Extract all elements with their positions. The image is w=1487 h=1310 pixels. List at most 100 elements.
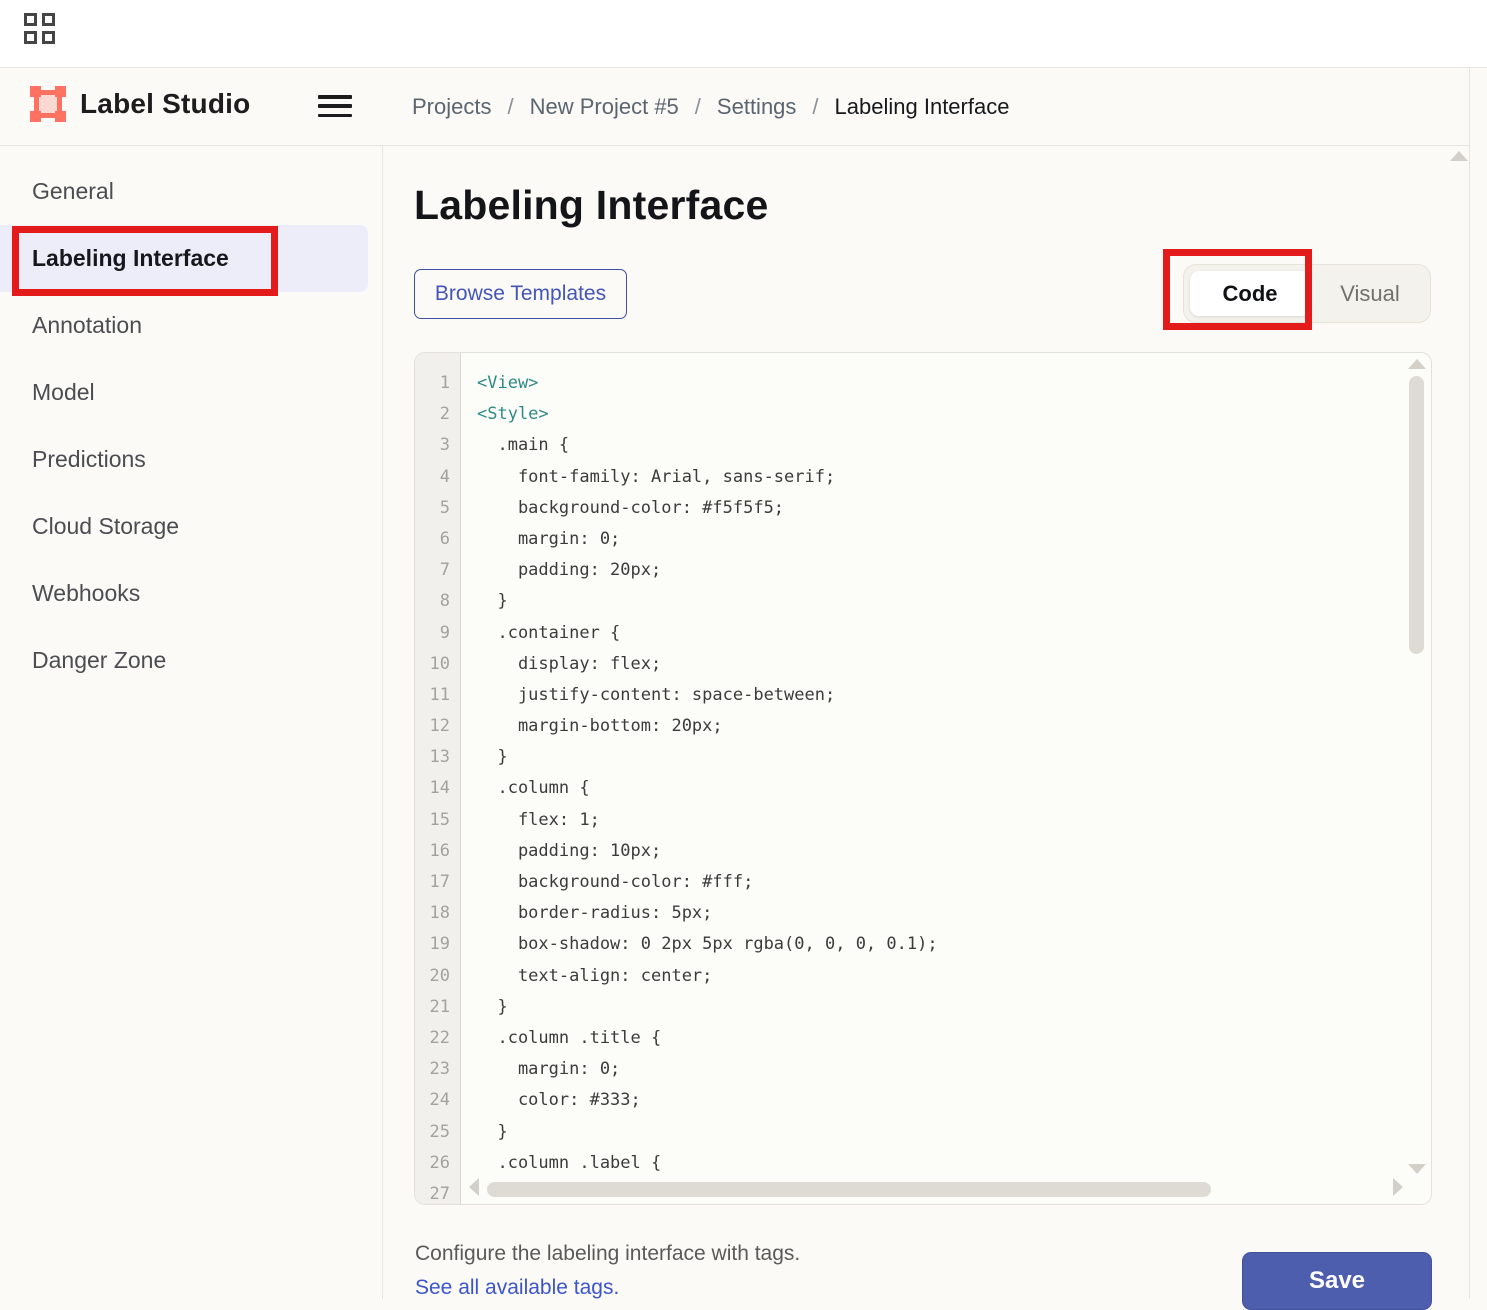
line-number: 16	[415, 835, 461, 867]
line-text: box-shadow: 0 2px 5px rgba(0, 0, 0, 0.1)…	[477, 934, 938, 955]
line-number: 7	[415, 555, 461, 587]
page-scroll-up-icon[interactable]	[1450, 151, 1468, 161]
sidebar-item-cloud-storage[interactable]: Cloud Storage	[0, 493, 382, 560]
line-number: 12	[415, 711, 461, 743]
sidebar-item-annotation[interactable]: Annotation	[0, 292, 382, 359]
line-number: 24	[415, 1085, 461, 1117]
code-line: 12 margin-bottom: 20px;	[415, 711, 1431, 743]
code-line: 11 justify-content: space-between;	[415, 679, 1431, 712]
line-text: }	[477, 996, 508, 1017]
code-line: 24 color: #333;	[415, 1085, 1431, 1117]
line-text: padding: 10px;	[477, 840, 662, 861]
line-number: 14	[415, 773, 461, 805]
line-number: 13	[415, 742, 461, 774]
line-text: text-align: center;	[477, 965, 713, 986]
breadcrumb-item[interactable]: New Project #5	[530, 94, 679, 120]
editor-scroll-left-icon[interactable]	[469, 1178, 479, 1196]
grid-cell	[42, 31, 55, 44]
line-number: 17	[415, 867, 461, 899]
tab-visual[interactable]: Visual	[1310, 265, 1430, 322]
apps-grid-icon[interactable]	[24, 13, 57, 46]
line-text: justify-content: space-between;	[477, 684, 836, 705]
code-line: 21 }	[415, 991, 1431, 1023]
grid-cell	[24, 13, 37, 26]
code-line: 16 padding: 10px;	[415, 835, 1431, 867]
line-text: .container {	[477, 622, 621, 643]
line-number: 1	[415, 368, 461, 400]
tab-code[interactable]: Code	[1190, 271, 1310, 316]
browse-templates-button[interactable]: Browse Templates	[414, 269, 627, 319]
line-text: background-color: #fff;	[477, 872, 754, 892]
save-button[interactable]: Save	[1242, 1252, 1432, 1310]
labeling-config-code-editor[interactable]: 1 <View> 2 <Style> 3 .main {4 font-family: A…	[414, 352, 1432, 1205]
line-text: }	[477, 591, 508, 612]
code-line: 8 }	[415, 586, 1431, 618]
line-text: color: #333;	[477, 1090, 641, 1111]
editor-scroll-right-icon[interactable]	[1393, 1178, 1403, 1196]
line-text: background-color: #f5f5f5;	[477, 497, 785, 518]
line-number: 20	[415, 960, 461, 992]
settings-sidebar: General Labeling Interface Annotation Model…	[0, 146, 383, 1299]
sidebar-item-general[interactable]: General	[0, 158, 382, 225]
code-content[interactable]: 1 <View> 2 <Style> 3 .main {4 font-family: A…	[415, 353, 1431, 1204]
line-number: 6	[415, 523, 461, 556]
breadcrumb: Projects / New Project #5 / Settings / Labelin…	[412, 68, 1009, 146]
code-line: 23 margin: 0;	[415, 1054, 1431, 1086]
code-line: 10 display: flex;	[415, 648, 1431, 680]
code-line: 14 .column {	[415, 773, 1431, 805]
sidebar-item-model[interactable]: Model	[0, 359, 382, 426]
line-number: 22	[415, 1022, 461, 1055]
page-title: Labeling Interface	[414, 182, 769, 228]
line-text: border-radius: 5px;	[477, 903, 713, 924]
editor-horizontal-scrollbar[interactable]	[487, 1182, 1211, 1197]
breadcrumb-item[interactable]: Projects	[412, 94, 491, 120]
brand-icon	[30, 86, 66, 122]
sidebar-item-danger-zone[interactable]: Danger Zone	[0, 627, 382, 694]
code-line: 1 <View>	[415, 368, 1431, 400]
line-number: 26	[415, 1147, 461, 1179]
page-edge-divider	[1469, 68, 1470, 1299]
top-strip	[0, 0, 1487, 68]
code-line: 4 font-family: Arial, sans-serif;	[415, 461, 1431, 493]
line-number: 4	[415, 461, 461, 493]
sidebar-item-labeling-interface[interactable]: Labeling Interface	[0, 225, 368, 292]
code-line: 18 border-radius: 5px;	[415, 898, 1431, 930]
line-number: 23	[415, 1054, 461, 1086]
line-number: 19	[415, 929, 461, 961]
editor-vertical-scrollbar[interactable]	[1409, 376, 1424, 654]
line-number: 15	[415, 804, 461, 836]
code-line: 17 background-color: #fff;	[415, 867, 1431, 899]
code-line: 15 flex: 1;	[415, 804, 1431, 836]
code-line: 2 <Style>	[415, 399, 1431, 431]
configure-hint-text: Configure the labeling interface with ta…	[415, 1242, 801, 1265]
code-line: 7 padding: 20px;	[415, 555, 1431, 587]
line-text: .main {	[477, 435, 570, 456]
grid-cell	[42, 13, 55, 26]
line-number: 25	[415, 1116, 461, 1148]
code-line: 22 .column .title {	[415, 1022, 1431, 1055]
line-number: 3	[415, 430, 461, 462]
code-line: 25 }	[415, 1116, 1431, 1148]
code-line: 9 .container {	[415, 617, 1431, 649]
editor-scroll-up-icon[interactable]	[1408, 359, 1426, 369]
code-line: 13 }	[415, 742, 1431, 774]
see-all-tags-link[interactable]: See all available tags.	[415, 1276, 619, 1300]
breadcrumb-separator: /	[694, 94, 701, 119]
line-number: 18	[415, 898, 461, 930]
sidebar-item-predictions[interactable]: Predictions	[0, 426, 382, 493]
breadcrumb-item[interactable]: Settings	[717, 94, 797, 120]
editor-scroll-down-icon[interactable]	[1408, 1164, 1426, 1174]
line-text: <Style>	[477, 404, 549, 425]
sidebar-item-webhooks[interactable]: Webhooks	[0, 560, 382, 627]
line-number: 8	[415, 586, 461, 618]
code-line: 3 .main {	[415, 430, 1431, 462]
hamburger-menu-icon[interactable]	[318, 95, 352, 117]
code-line: 20 text-align: center;	[415, 960, 1431, 992]
line-text: margin: 0;	[477, 1059, 621, 1080]
line-number: 5	[415, 492, 461, 524]
line-text: .column .label {	[477, 1152, 662, 1173]
label-studio-logo[interactable]: Label Studio	[30, 86, 250, 122]
line-text: <View>	[477, 373, 539, 393]
line-number: 2	[415, 399, 461, 431]
app-header: Label Studio Projects / New Project #5 / Set…	[0, 68, 1469, 146]
